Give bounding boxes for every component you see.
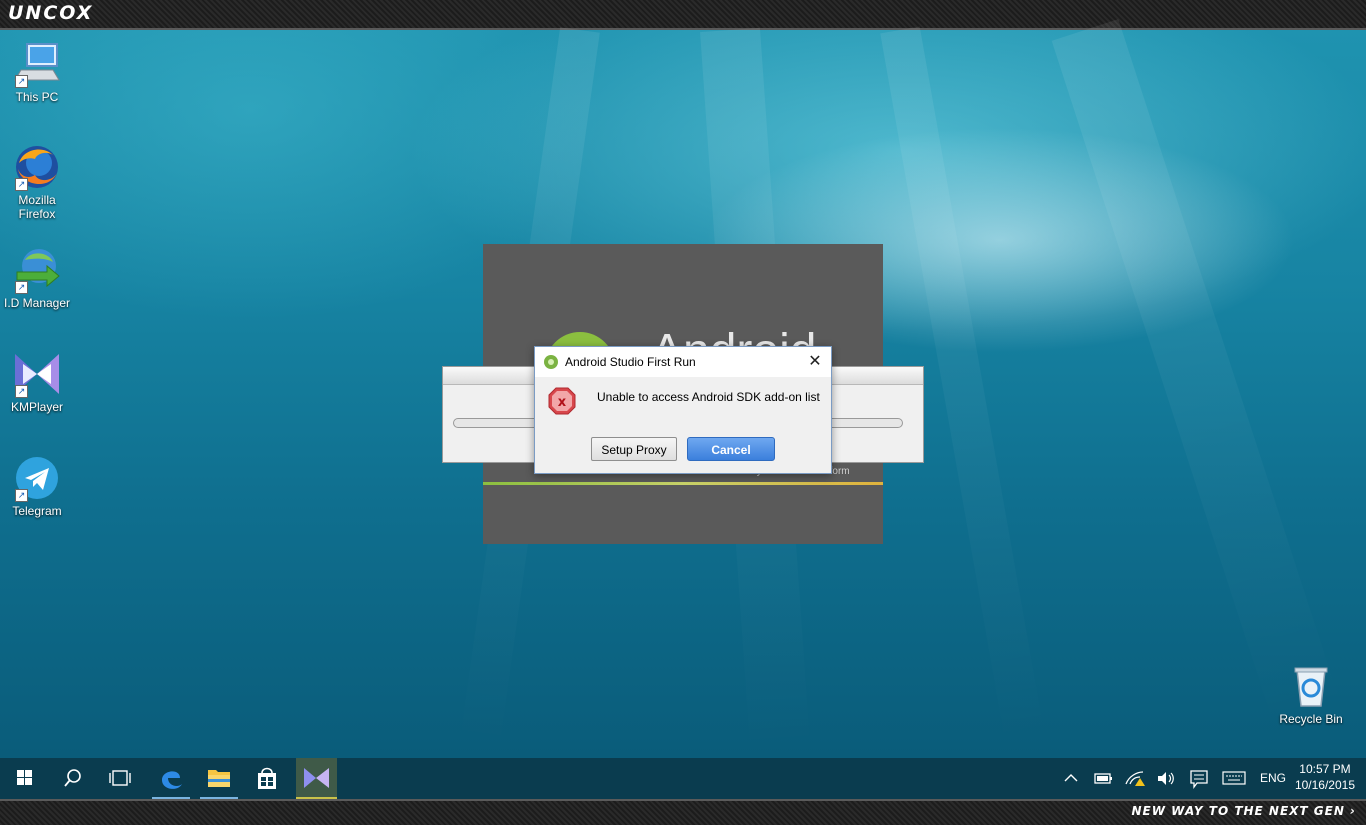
desktop-icon-kmplayer[interactable]: ↗ KMPlayer: [0, 350, 74, 414]
volume-icon: [1158, 772, 1174, 785]
shortcut-arrow-icon: ↗: [15, 489, 28, 502]
battery-icon: [1094, 773, 1112, 784]
desktop[interactable]: ↗ This PC ↗ Mozilla Firefox ↗ I.D Manage: [0, 19, 1366, 759]
desktop-icon-label: This PC: [15, 90, 59, 104]
error-glyph: x: [558, 395, 567, 410]
error-icon: x: [548, 387, 576, 415]
dialog-title: Android Studio First Run: [565, 355, 696, 369]
desktop-icon-this-pc[interactable]: ↗ This PC: [0, 40, 74, 104]
keyboard-icon: [1222, 771, 1246, 785]
android-studio-icon: [544, 355, 558, 369]
taskbar: ENG 10:57 PM 10/16/2015: [0, 758, 1366, 799]
task-view-button[interactable]: [97, 758, 143, 799]
kmplayer-icon: [304, 768, 329, 788]
show-hidden-icons-button[interactable]: [1060, 758, 1082, 799]
windows-logo-icon: [17, 770, 32, 785]
cancel-button[interactable]: Cancel: [687, 437, 775, 461]
taskbar-store[interactable]: [244, 758, 290, 799]
shortcut-arrow-icon: ↗: [15, 281, 28, 294]
notification-icon: [1190, 770, 1208, 789]
store-icon: [258, 767, 276, 789]
desktop-icon-idm[interactable]: ↗ I.D Manager: [0, 246, 74, 310]
firefox-icon: ↗: [13, 143, 61, 191]
dialog-message: Unable to access Android SDK add-on list: [597, 390, 820, 404]
chevron-up-icon: [1064, 774, 1078, 782]
desktop-icon-label: I.D Manager: [3, 296, 71, 310]
splash-progress-bar: [483, 482, 883, 485]
desktop-icon-recycle-bin[interactable]: Recycle Bin: [1274, 662, 1348, 726]
taskbar-edge[interactable]: [148, 758, 194, 799]
task-view-icon: [109, 770, 131, 786]
edge-icon: [162, 771, 182, 789]
close-button[interactable]: ✕: [799, 347, 831, 377]
uncox-logo: UNCOX: [8, 2, 94, 24]
network-button[interactable]: [1123, 758, 1145, 799]
setup-proxy-button[interactable]: Setup Proxy: [591, 437, 677, 461]
computer-icon: ↗: [13, 40, 61, 88]
wifi-warning-icon: [1125, 771, 1145, 786]
idm-icon: ↗: [13, 246, 61, 294]
desktop-icon-firefox[interactable]: ↗ Mozilla Firefox: [0, 143, 74, 221]
desktop-icon-telegram[interactable]: ↗ Telegram: [0, 454, 74, 518]
touch-keyboard-button[interactable]: [1220, 758, 1248, 799]
shortcut-arrow-icon: ↗: [15, 75, 28, 88]
shortcut-arrow-icon: ↗: [15, 178, 28, 191]
desktop-icon-label: Telegram: [12, 504, 62, 518]
error-dialog: Android Studio First Run ✕ x Unable to a…: [534, 346, 832, 474]
bottom-banner: NEW WAY TO THE NEXT GEN ›: [0, 799, 1366, 825]
bottom-tagline: NEW WAY TO THE NEXT GEN ›: [1131, 804, 1356, 818]
clock-time: 10:57 PM: [1299, 762, 1351, 776]
taskbar-file-explorer[interactable]: [196, 758, 242, 799]
desktop-icon-label: KMPlayer: [10, 400, 63, 414]
folder-icon: [208, 770, 230, 787]
dialog-titlebar[interactable]: Android Studio First Run ✕: [535, 347, 831, 377]
telegram-icon: ↗: [13, 454, 61, 502]
top-banner: UNCOX: [0, 0, 1366, 30]
taskbar-kmplayer[interactable]: [296, 758, 337, 799]
search-button[interactable]: [49, 758, 95, 799]
action-center-button[interactable]: [1188, 758, 1210, 799]
desktop-icon-label: Recycle Bin: [1279, 712, 1343, 726]
clock-date: 10/16/2015: [1294, 778, 1355, 792]
recycle-bin-icon: [1287, 662, 1335, 710]
start-button[interactable]: [1, 758, 47, 799]
battery-button[interactable]: [1092, 758, 1114, 799]
search-icon: [64, 769, 81, 787]
kmplayer-icon: ↗: [13, 350, 61, 398]
light-ray: [1051, 19, 1344, 734]
shortcut-arrow-icon: ↗: [15, 385, 28, 398]
volume-button[interactable]: [1155, 758, 1177, 799]
language-indicator[interactable]: ENG: [1260, 771, 1286, 785]
clock[interactable]: 10:57 PM 10/16/2015: [1295, 761, 1355, 793]
desktop-icon-label: Mozilla Firefox: [18, 193, 56, 221]
